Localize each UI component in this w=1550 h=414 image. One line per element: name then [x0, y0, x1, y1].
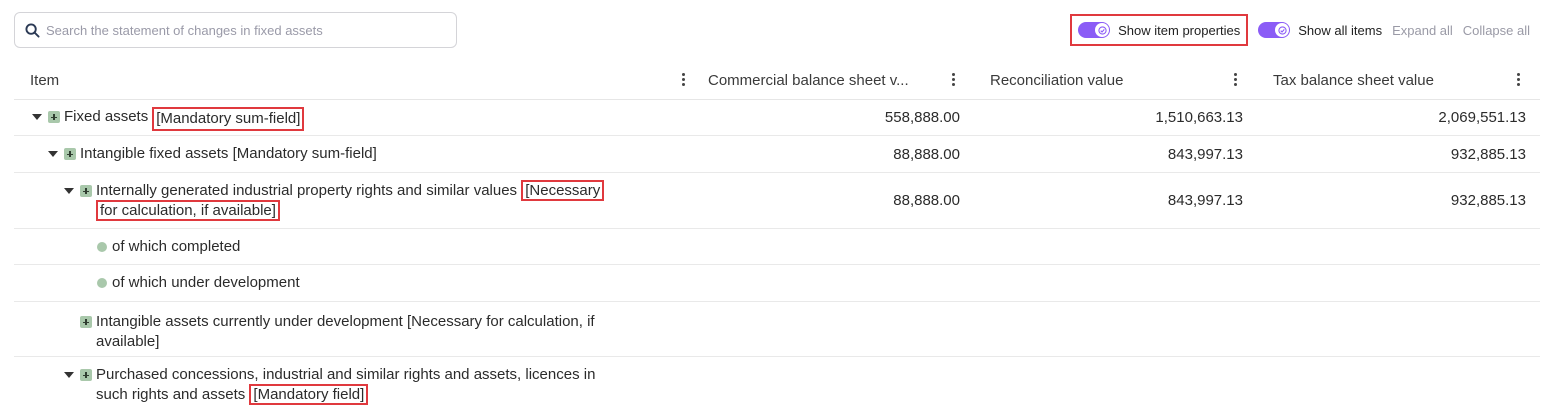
collapse-all-button[interactable]: Collapse all [1463, 23, 1530, 38]
commercial-value: 88,888.00 [893, 192, 960, 209]
view-controls: Show item properties Show all items Expa… [1070, 14, 1530, 46]
add-icon[interactable] [80, 185, 92, 197]
table-row[interactable]: of which completed [14, 229, 1540, 265]
item-cell: Internally generated industrial property… [14, 180, 694, 221]
table-header: Item Commercial balance sheet v... Recon… [14, 60, 1540, 100]
column-header-reconciliation[interactable]: Reconciliation value [990, 60, 1248, 100]
show-all-items-label: Show all items [1298, 22, 1383, 38]
show-item-properties-group[interactable]: Show item properties [1070, 14, 1249, 46]
collapse-caret-icon[interactable] [32, 107, 42, 127]
item-property-tag: [Mandatory field] [249, 384, 369, 405]
item-label: Intangible assets currently under develo… [96, 313, 595, 350]
item-label: Purchased concessions, industrial and si… [96, 366, 596, 405]
collapse-caret-icon[interactable] [64, 181, 74, 201]
reconciliation-value: 1,510,663.13 [1155, 109, 1243, 126]
add-icon[interactable] [80, 316, 92, 328]
item-label: Internally generated industrial property… [96, 180, 605, 221]
table-row[interactable]: Intangible assets currently under develo… [14, 302, 1540, 357]
show-item-properties-toggle[interactable] [1078, 22, 1111, 38]
search-icon [25, 22, 40, 38]
item-cell: of which under development [14, 273, 694, 293]
add-icon[interactable] [48, 111, 60, 123]
tax-value: 932,885.13 [1450, 146, 1526, 163]
show-item-properties-label: Show item properties [1118, 22, 1241, 38]
add-icon[interactable] [64, 148, 76, 160]
column-header-item[interactable]: Item [30, 60, 696, 100]
check-icon [1095, 23, 1110, 37]
column-header-commercial[interactable]: Commercial balance sheet v... [708, 60, 966, 100]
search-box[interactable] [14, 12, 457, 48]
column-menu-icon[interactable] [682, 72, 686, 88]
table-row[interactable]: Internally generated industrial property… [14, 173, 1540, 229]
item-property-tag: for calculation, if available] [96, 200, 280, 221]
table-row[interactable]: Purchased concessions, industrial and si… [14, 357, 1540, 413]
commercial-value: 558,888.00 [884, 109, 960, 126]
leaf-dot-icon [97, 278, 107, 288]
fixed-assets-table: Item Commercial balance sheet v... Recon… [14, 60, 1540, 413]
column-menu-icon[interactable] [952, 72, 956, 88]
column-menu-icon[interactable] [1234, 72, 1238, 88]
item-cell: Intangible fixed assets [Mandatory sum-f… [14, 144, 694, 164]
tax-value: 932,885.13 [1450, 192, 1526, 209]
column-menu-icon[interactable] [1517, 72, 1521, 88]
tax-value: 2,069,551.13 [1438, 109, 1526, 126]
show-all-items-toggle[interactable] [1258, 22, 1291, 38]
expand-all-button[interactable]: Expand all [1392, 23, 1453, 38]
item-cell: of which completed [14, 237, 694, 257]
table-row[interactable]: Intangible fixed assets [Mandatory sum-f… [14, 136, 1540, 173]
reconciliation-value: 843,997.13 [1167, 146, 1243, 163]
show-all-items-group[interactable]: Show all items [1258, 14, 1382, 46]
item-cell: Intangible assets currently under develo… [14, 312, 694, 352]
leaf-dot-icon [97, 242, 107, 252]
collapse-caret-icon[interactable] [64, 365, 74, 385]
table-row[interactable]: of which under development [14, 265, 1540, 302]
table-row[interactable]: Fixed assets [Mandatory sum-field] 558,8… [14, 100, 1540, 136]
collapse-caret-icon[interactable] [48, 144, 58, 164]
item-property-tag: [Necessary [521, 180, 605, 201]
add-icon[interactable] [80, 369, 92, 381]
item-cell: Purchased concessions, industrial and si… [14, 365, 694, 405]
search-input[interactable] [46, 22, 436, 38]
item-property-tag: [Mandatory sum-field] [152, 107, 305, 131]
commercial-value: 88,888.00 [893, 146, 960, 163]
column-header-tax[interactable]: Tax balance sheet value [1273, 60, 1531, 100]
item-cell: Fixed assets [Mandatory sum-field] [14, 107, 694, 131]
reconciliation-value: 843,997.13 [1167, 192, 1243, 209]
check-icon [1275, 23, 1290, 37]
